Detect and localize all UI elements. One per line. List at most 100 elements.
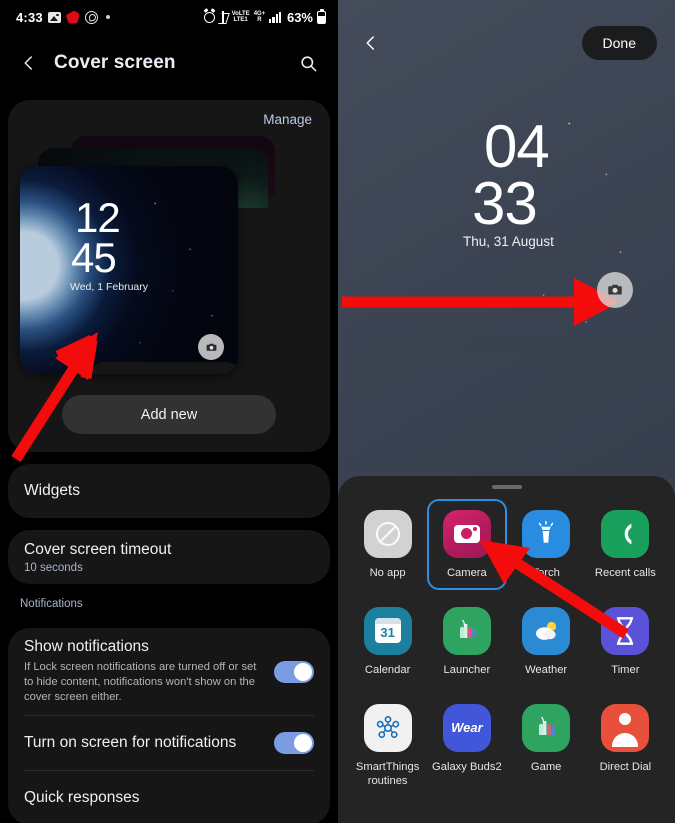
preview-date: Thu, 31 August xyxy=(463,234,554,249)
preview-date: Wed, 1 February xyxy=(70,281,149,293)
settings-row-cover-screen-timeout[interactable]: Cover screen timeout 10 seconds xyxy=(24,530,314,584)
buds-wear-text: Wear xyxy=(451,720,483,735)
app-tile-smartthings-routines[interactable]: SmartThings routines xyxy=(348,693,427,798)
volte-icon: VoLTE LTE1 xyxy=(232,11,250,23)
status-time: 4:33 xyxy=(16,9,43,25)
turn-on-screen-title: Turn on screen for notifications xyxy=(24,734,237,752)
app-picker-sheet: No app Camera Torch Recent calls 31 Cale… xyxy=(338,476,675,823)
turn-on-screen-text: Turn on screen for notifications xyxy=(24,724,264,762)
quick-responses-text: Quick responses xyxy=(24,779,314,817)
drag-handle-icon[interactable] xyxy=(491,485,522,489)
cover-screen-preview-card: Manage 12 45 Wed, 1 February Add new xyxy=(8,100,330,452)
app-tile-camera[interactable]: Camera xyxy=(427,498,507,590)
app-tile-direct-dial[interactable]: Direct Dial xyxy=(586,693,665,798)
preview-clock-minutes: 33 xyxy=(472,170,538,237)
timer-app-icon xyxy=(601,606,650,655)
camera-shortcut-icon[interactable] xyxy=(198,334,224,360)
show-notifications-toggle[interactable] xyxy=(274,660,314,683)
cover-screen-timeout-card: Cover screen timeout 10 seconds xyxy=(8,530,330,584)
camera-shortcut-icon[interactable] xyxy=(597,272,633,308)
bluetooth-icon xyxy=(219,10,228,24)
preview-notch xyxy=(460,336,649,354)
right-panel-shortcut-picker: Done 04 33 Thu, 31 August No app Camera … xyxy=(338,0,675,823)
galaxy-buds-app-icon: Wear xyxy=(442,703,491,752)
battery-icon xyxy=(317,8,326,24)
app-tile-recent-calls[interactable]: Recent calls xyxy=(586,499,665,590)
network-4g-plus-icon: 4G+ R xyxy=(254,11,266,23)
recent-calls-app-icon xyxy=(601,509,650,558)
whatsapp-icon xyxy=(84,10,98,24)
no-app-icon xyxy=(363,509,412,558)
app-label: Torch xyxy=(532,566,560,579)
notifications-card: Show notifications If Lock screen notifi… xyxy=(8,628,330,823)
settings-row-widgets[interactable]: Widgets xyxy=(24,464,314,518)
show-notifications-title: Show notifications xyxy=(24,638,149,655)
app-label: Camera xyxy=(446,566,487,579)
app-tile-game[interactable]: Game xyxy=(507,693,586,798)
airtel-icon xyxy=(65,10,80,24)
settings-row-quick-responses[interactable]: Quick responses xyxy=(24,771,314,823)
app-label: No app xyxy=(369,566,406,579)
settings-row-show-notifications[interactable]: Show notifications If Lock screen notifi… xyxy=(24,628,314,715)
app-label: Direct Dial xyxy=(599,760,652,773)
search-icon[interactable] xyxy=(292,47,324,79)
app-tile-timer[interactable]: Timer xyxy=(586,596,665,687)
direct-dial-app-icon xyxy=(601,703,650,752)
show-notifications-text: Show notifications If Lock screen notifi… xyxy=(24,628,264,715)
weather-app-icon xyxy=(522,606,571,655)
app-label: Calendar xyxy=(364,663,411,676)
preview-stack: 12 45 Wed, 1 February xyxy=(20,136,318,376)
alarm-icon xyxy=(203,11,215,23)
status-bar-left: 4:33 xyxy=(16,10,110,25)
app-tile-launcher[interactable]: Launcher xyxy=(427,596,506,687)
smartthings-app-icon xyxy=(363,703,412,752)
app-label: Galaxy Buds2 xyxy=(432,760,502,773)
app-label: Weather xyxy=(525,663,568,676)
app-label: Timer xyxy=(611,663,640,676)
app-label: Launcher xyxy=(443,663,491,676)
manage-link[interactable]: Manage xyxy=(263,112,312,127)
timeout-value: 10 seconds xyxy=(24,561,83,574)
app-label: Game xyxy=(530,760,562,773)
page-title: Cover screen xyxy=(54,52,176,73)
app-tile-galaxy-buds2[interactable]: Wear Galaxy Buds2 xyxy=(427,693,506,798)
back-chevron-icon[interactable] xyxy=(356,28,386,58)
done-button[interactable]: Done xyxy=(581,26,657,60)
game-app-icon xyxy=(522,703,571,752)
dot-icon xyxy=(105,15,110,19)
signal-bars-icon xyxy=(269,11,281,23)
app-tile-calendar[interactable]: 31 Calendar xyxy=(348,596,427,687)
add-new-button[interactable]: Add new xyxy=(62,395,276,434)
right-app-bar: Done xyxy=(338,0,675,86)
launcher-app-icon xyxy=(442,606,491,655)
cover-screen-live-preview[interactable]: 04 33 Thu, 31 August xyxy=(364,86,649,354)
widgets-row-text: Widgets xyxy=(24,472,314,510)
quick-responses-title: Quick responses xyxy=(24,789,140,807)
app-grid: No app Camera Torch Recent calls 31 Cale… xyxy=(348,498,665,798)
turn-on-screen-toggle[interactable] xyxy=(274,732,314,755)
app-label: Recent calls xyxy=(594,566,656,579)
preview-clock: 04 33 xyxy=(472,113,550,234)
app-tile-torch[interactable]: Torch xyxy=(507,499,586,590)
torch-app-icon xyxy=(522,509,571,558)
volte-line2: LTE1 xyxy=(233,17,248,23)
settings-row-turn-on-screen[interactable]: Turn on screen for notifications xyxy=(24,716,314,770)
net-line2: R xyxy=(257,17,262,23)
app-bar: Cover screen xyxy=(0,34,338,92)
timeout-title: Cover screen timeout xyxy=(24,540,172,558)
calendar-app-icon: 31 xyxy=(363,606,412,655)
show-notifications-desc: If Lock screen notifications are turned … xyxy=(24,661,257,704)
app-tile-weather[interactable]: Weather xyxy=(507,596,586,687)
status-bar: 4:33 VoLTE LTE1 4G+ R 63% xyxy=(0,0,338,34)
preview-clock: 12 45 xyxy=(71,197,121,279)
left-panel-cover-screen-settings: 4:33 VoLTE LTE1 4G+ R 63% Cover screen M… xyxy=(0,0,338,823)
calendar-day: 31 xyxy=(380,625,395,640)
widgets-card: Widgets xyxy=(8,464,330,518)
preview-notch xyxy=(90,362,238,374)
back-chevron-icon[interactable] xyxy=(14,48,44,78)
preview-clock-hours: 04 xyxy=(484,113,550,180)
screenshot-root: 4:33 VoLTE LTE1 4G+ R 63% Cover screen M… xyxy=(0,0,675,823)
widgets-title: Widgets xyxy=(24,482,80,499)
preview-card-front[interactable]: 12 45 Wed, 1 February xyxy=(20,166,238,374)
app-tile-no-app[interactable]: No app xyxy=(348,499,427,590)
